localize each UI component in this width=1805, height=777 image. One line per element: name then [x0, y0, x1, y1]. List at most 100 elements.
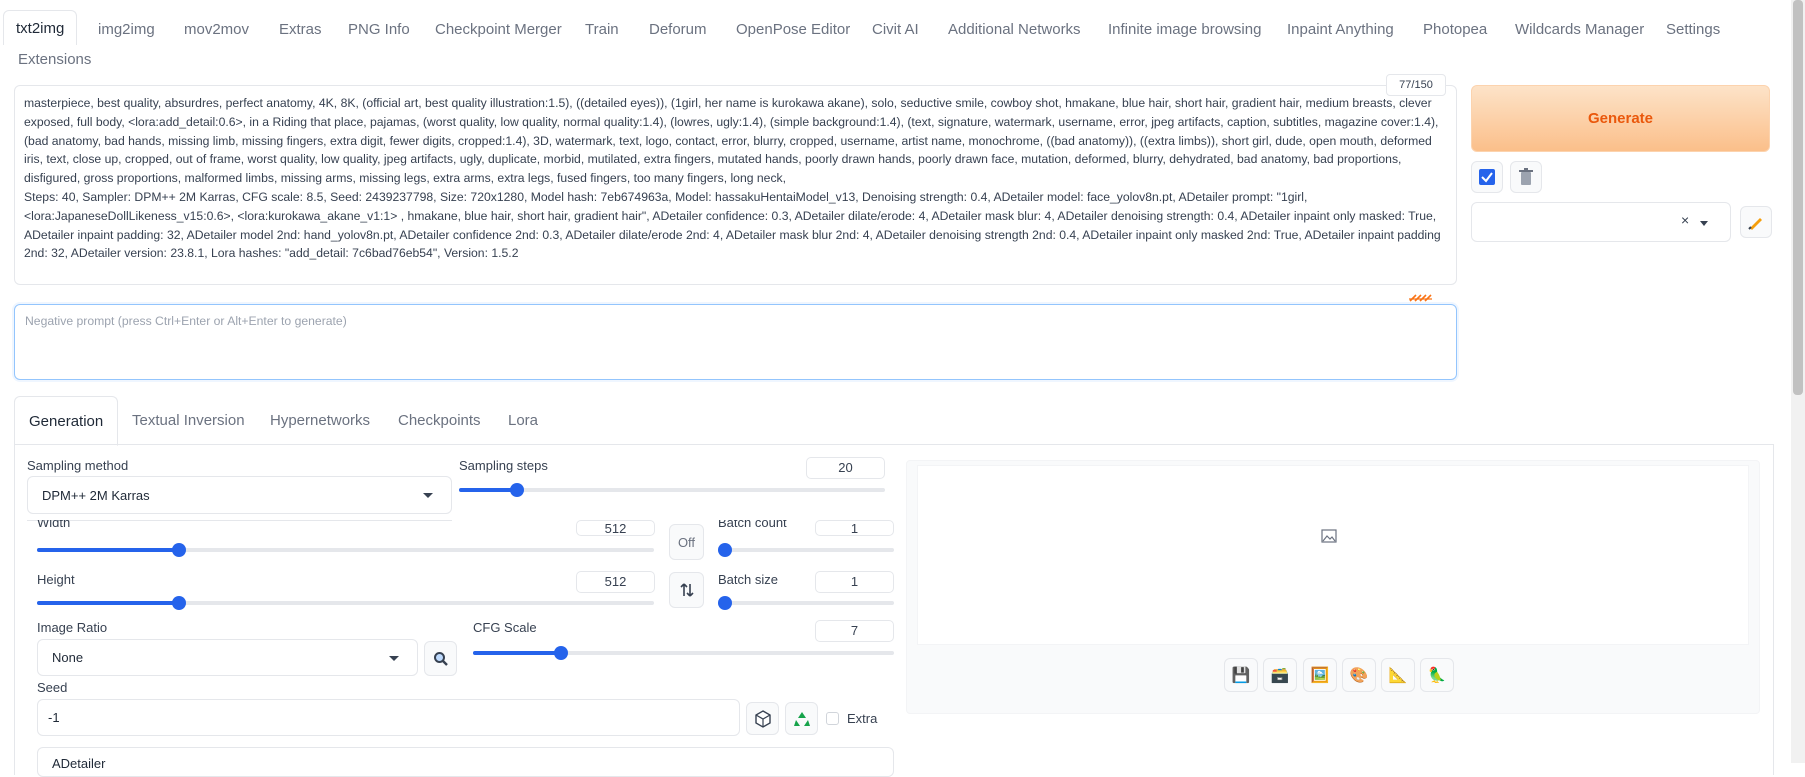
send-to-inpaint-button[interactable]: 🎨: [1342, 658, 1376, 692]
subtab-generation[interactable]: Generation: [14, 396, 119, 446]
image-ratio-dropdown[interactable]: None: [37, 639, 418, 676]
prompt-text: masterpiece, best quality, absurdres, pe…: [24, 96, 1439, 186]
scrollbar-thumb[interactable]: [1793, 0, 1803, 395]
image-ratio-search-button[interactable]: [424, 641, 457, 676]
tab-txt2img[interactable]: txt2img: [3, 10, 78, 45]
extra-checkbox[interactable]: [826, 712, 839, 725]
tab-additional-networks[interactable]: Additional Networks: [948, 21, 1081, 38]
chevron-down-icon: [423, 493, 433, 498]
token-counter: 77/150: [1386, 74, 1446, 96]
seed-input[interactable]: -1: [37, 699, 740, 736]
zip-button[interactable]: 🗃️: [1263, 658, 1297, 692]
tab-img2img[interactable]: img2img: [98, 21, 155, 38]
slider-handle[interactable]: [718, 596, 732, 610]
width-label: Width: [37, 520, 71, 530]
subtab-lora[interactable]: Lora: [508, 412, 538, 429]
image-preview: [917, 465, 1749, 645]
tab-png-info[interactable]: PNG Info: [348, 21, 410, 38]
tab-extensions[interactable]: Extensions: [18, 51, 91, 68]
swap-arrows-icon: [679, 583, 694, 597]
random-seed-button[interactable]: [746, 702, 779, 735]
trash-icon: [1519, 168, 1533, 185]
generate-button[interactable]: Generate: [1471, 85, 1770, 152]
subtab-checkpoints[interactable]: Checkpoints: [398, 412, 481, 429]
clear-prompt-button[interactable]: [1510, 161, 1542, 193]
edit-styles-button[interactable]: [1740, 206, 1772, 238]
send-to-extras-button[interactable]: 📐: [1381, 658, 1415, 692]
chevron-down-icon: [389, 655, 399, 661]
width-input[interactable]: 512: [576, 520, 655, 536]
clear-icon[interactable]: ×: [1681, 212, 1689, 228]
tab-deforum[interactable]: Deforum: [649, 21, 707, 38]
slider-handle[interactable]: [509, 483, 524, 497]
aspect-lock-toggle[interactable]: Off: [669, 524, 704, 560]
seed-label: Seed: [37, 680, 68, 695]
tab-checkpoint-merger[interactable]: Checkpoint Merger: [435, 21, 562, 38]
image-ratio-value: None: [52, 650, 84, 665]
subtab-hypernetworks[interactable]: Hypernetworks: [270, 412, 370, 429]
parrot-icon: 🦜: [1427, 667, 1447, 684]
batch-count-label: Batch count: [718, 520, 787, 530]
tab-inpaint-anything[interactable]: Inpaint Anything: [1287, 21, 1394, 38]
apply-styles-button[interactable]: [1471, 161, 1503, 193]
floppy-disk-icon: 💾: [1231, 667, 1251, 684]
slider-handle[interactable]: [171, 543, 186, 557]
sampling-steps-label: Sampling steps: [459, 458, 548, 473]
slider-handle[interactable]: [171, 596, 186, 610]
save-button[interactable]: 💾: [1224, 658, 1258, 692]
cfg-scale-slider[interactable]: [473, 646, 894, 660]
negative-prompt-textarea[interactable]: Negative prompt (press Ctrl+Enter or Alt…: [14, 304, 1457, 380]
send-to-controlnet-button[interactable]: 🦜: [1420, 658, 1454, 692]
tab-extras[interactable]: Extras: [279, 21, 322, 38]
styles-dropdown[interactable]: ×: [1471, 202, 1731, 242]
sampling-steps-slider[interactable]: [459, 483, 885, 497]
batch-size-slider[interactable]: [718, 596, 894, 610]
tab-mov2mov[interactable]: mov2mov: [184, 21, 249, 38]
extra-label: Extra: [847, 711, 878, 726]
slider-handle[interactable]: [718, 543, 732, 557]
sampling-steps-input[interactable]: 20: [806, 457, 885, 479]
cfg-scale-label: CFG Scale: [473, 620, 537, 635]
prompt-textarea[interactable]: masterpiece, best quality, absurdres, pe…: [14, 85, 1457, 285]
subtab-textual-inversion[interactable]: Textual Inversion: [132, 412, 245, 429]
page-scrollbar[interactable]: [1791, 0, 1805, 763]
image-placeholder-icon: [1321, 529, 1337, 543]
dice-icon: [754, 709, 771, 728]
height-input[interactable]: 512: [576, 571, 655, 593]
sampling-method-dropdown[interactable]: DPM++ 2M Karras: [27, 476, 452, 514]
tab-photopea[interactable]: Photopea: [1423, 21, 1487, 38]
image-icon: 🖼️: [1310, 667, 1330, 684]
checkbox-icon: [1479, 169, 1495, 185]
tab-train[interactable]: Train: [585, 21, 619, 38]
tab-infinite-image-browsing[interactable]: Infinite image browsing: [1108, 21, 1261, 38]
tab-openpose-editor[interactable]: OpenPose Editor: [736, 21, 850, 38]
image-ratio-label: Image Ratio: [37, 620, 108, 635]
divider: [27, 520, 452, 525]
swap-dimensions-button[interactable]: [669, 572, 704, 608]
height-slider[interactable]: [37, 596, 654, 610]
send-to-img2img-button[interactable]: 🖼️: [1303, 658, 1337, 692]
sampling-method-label: Sampling method: [27, 458, 129, 473]
reuse-seed-button[interactable]: [785, 702, 818, 735]
prompt-params-text: Steps: 40, Sampler: DPM++ 2M Karras, CFG…: [24, 189, 1441, 261]
pencil-icon: [1748, 218, 1762, 230]
chevron-down-icon[interactable]: [1700, 221, 1708, 226]
cfg-scale-input[interactable]: 7: [815, 620, 894, 642]
batch-size-label: Batch size: [718, 572, 778, 587]
batch-count-slider[interactable]: [718, 543, 894, 557]
tab-wildcards-manager[interactable]: Wildcards Manager: [1515, 21, 1644, 38]
sampling-method-value: DPM++ 2M Karras: [42, 487, 150, 503]
archive-icon: 🗃️: [1270, 667, 1290, 684]
paste-icon[interactable]: [1408, 293, 1434, 303]
height-label: Height: [37, 572, 75, 587]
main-tabs: txt2img img2img mov2mov Extras PNG Info …: [0, 0, 1790, 68]
palette-icon: 🎨: [1349, 667, 1369, 684]
adetailer-label: ADetailer: [52, 756, 106, 771]
batch-size-input[interactable]: 1: [815, 571, 894, 593]
width-slider[interactable]: [37, 543, 654, 557]
adetailer-accordion[interactable]: ADetailer: [37, 747, 894, 777]
output-gallery: 💾 🗃️ 🖼️ 🎨 📐 🦜: [906, 460, 1760, 714]
batch-count-input[interactable]: 1: [815, 520, 894, 536]
tab-civit-ai[interactable]: Civit AI: [872, 21, 919, 38]
tab-settings[interactable]: Settings: [1666, 21, 1720, 38]
